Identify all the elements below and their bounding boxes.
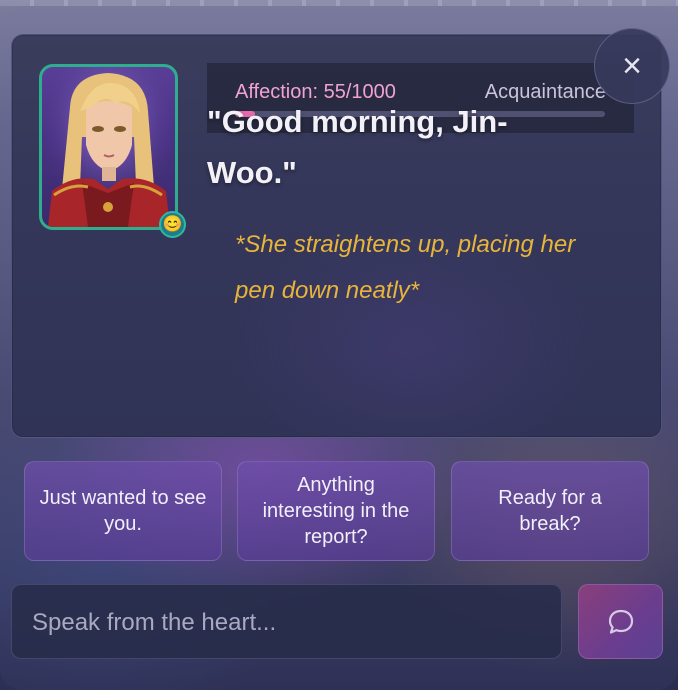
character-dialogue: "Good morning, Jin-Woo." bbox=[207, 104, 508, 190]
close-button[interactable]: × bbox=[594, 28, 670, 104]
close-icon: × bbox=[622, 47, 642, 85]
choice-label: Anything interesting in the report? bbox=[262, 474, 410, 548]
character-action: *She straightens up, placing her pen dow… bbox=[235, 231, 576, 304]
message-input[interactable] bbox=[32, 585, 542, 660]
choice-label: Just wanted to see you. bbox=[39, 487, 207, 535]
choice-button-1[interactable]: Just wanted to see you. bbox=[24, 461, 222, 561]
send-button[interactable] bbox=[578, 584, 663, 659]
portrait-image bbox=[42, 67, 175, 227]
chat-bubble-icon bbox=[608, 609, 633, 634]
mood-emoji-icon: 😊 bbox=[159, 211, 186, 238]
choice-button-3[interactable]: Ready for a break? bbox=[451, 461, 649, 561]
message-input-container bbox=[11, 584, 562, 660]
character-portrait bbox=[39, 64, 178, 230]
choice-label: Ready for a break? bbox=[498, 487, 602, 535]
choice-button-2[interactable]: Anything interesting in the report? bbox=[237, 461, 435, 561]
